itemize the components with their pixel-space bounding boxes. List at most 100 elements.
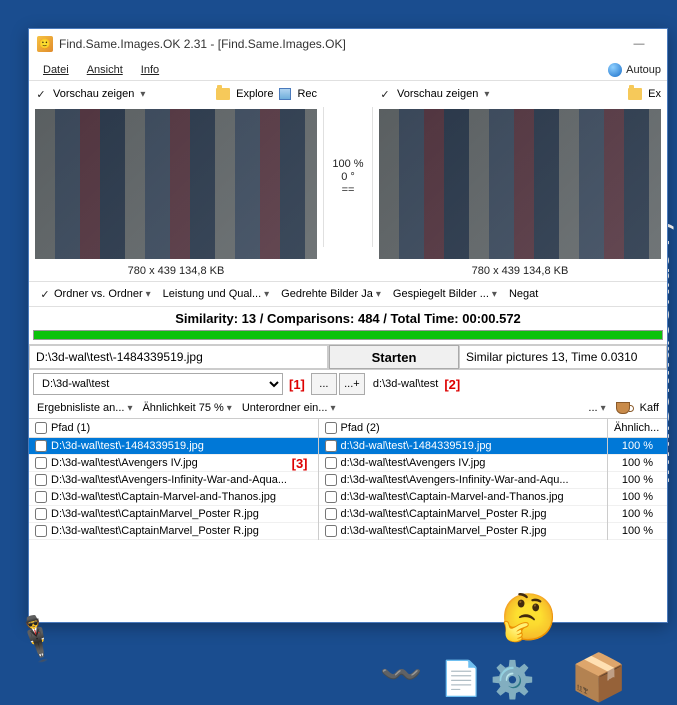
options-row: Ordner vs. Ordner▾ Leistung und Qual...▾… [29,281,667,307]
table-row[interactable]: d:\3d-wal\test\Captain-Marvel-and-Thanos… [319,489,608,506]
table-row[interactable]: 100 % [608,506,667,523]
row-checkbox[interactable] [35,474,47,486]
row-text: 100 % [622,491,653,503]
row-text: d:\3d-wal\test\Captain-Marvel-and-Thanos… [341,491,564,503]
compare-percent: 100 % [332,158,363,170]
row-text: D:\3d-wal\test\CaptainMarvel_Poster R.jp… [51,508,259,520]
row-text: d:\3d-wal\test\Avengers-Infinity-War-and… [341,474,569,486]
filter-subfolder[interactable]: Unterordner ein...▾ [242,402,336,414]
table-row[interactable]: 100 % [608,455,667,472]
browse-button[interactable]: ... [311,373,337,395]
table-row[interactable]: d:\3d-wal\test\CaptainMarvel_Poster R.jp… [319,523,608,540]
col-header-path1[interactable]: Pfad (1) [29,419,318,438]
autoupdate-button[interactable]: Autoup [608,63,661,77]
row-checkbox[interactable] [325,525,337,537]
row-checkbox[interactable] [35,525,47,537]
current-file-input[interactable] [29,345,328,369]
select-all-left[interactable] [35,422,47,434]
table-row[interactable]: d:\3d-wal\test\-1484339519.jpg [319,438,608,455]
chevron-down-icon[interactable]: ▾ [140,89,145,100]
row-text: 100 % [622,457,653,469]
row-text: 100 % [622,440,653,452]
table-row[interactable]: 100 % [608,472,667,489]
row-checkbox[interactable] [325,491,337,503]
row-checkbox[interactable] [35,440,47,452]
right-folder-text: d:\3d-wal\test [367,378,438,390]
filter-results[interactable]: Ergebnisliste an...▾ [37,402,132,414]
row-text: D:\3d-wal\test\-1484339519.jpg [51,440,204,452]
row-checkbox[interactable] [325,457,337,469]
row-checkbox[interactable] [325,508,337,520]
preview-pane-right: Vorschau zeigen ▾ Ex 780 x 439 134,8 KB [373,81,667,281]
explore-button[interactable]: Ex [648,88,661,100]
row-text: d:\3d-wal\test\-1484339519.jpg [341,440,492,452]
coffee-icon [616,402,630,414]
start-button[interactable]: Starten [329,345,459,369]
col-header-sim[interactable]: Ähnlich... [608,419,667,438]
row-text: d:\3d-wal\test\CaptainMarvel_Poster R.jp… [341,508,547,520]
table-row[interactable]: 100 % [608,489,667,506]
autoupdate-label: Autoup [626,64,661,76]
recycle-button[interactable]: Rec [297,88,317,100]
option-negative[interactable]: Negat [505,286,542,302]
row-text: 100 % [622,474,653,486]
preview-pane-left: Vorschau zeigen ▾ Explore Rec 780 x 439 … [29,81,323,281]
row-text: D:\3d-wal\test\Avengers IV.jpg [51,457,198,469]
option-performance[interactable]: Leistung und Qual...▾ [159,286,274,302]
check-icon [379,88,391,100]
preview-row: Vorschau zeigen ▾ Explore Rec 780 x 439 … [29,81,667,281]
filter-similarity[interactable]: Ähnlichkeit 75 %▾ [142,402,231,414]
row-checkbox[interactable] [35,491,47,503]
annotation-2: [2] [440,377,464,392]
table-row[interactable]: D:\3d-wal\test\Avengers IV.jpg[3] [29,455,318,472]
folder-icon [628,88,642,100]
table-row[interactable]: D:\3d-wal\test\-1484339519.jpg [29,438,318,455]
col-header-path2[interactable]: Pfad (2) [319,419,608,438]
results-table: Pfad (1) D:\3d-wal\test\-1484339519.jpg D… [29,418,667,540]
option-mirrored[interactable]: Gespiegelt Bilder ...▾ [389,286,501,302]
table-row[interactable]: D:\3d-wal\test\CaptainMarvel_Poster R.jp… [29,506,318,523]
row-checkbox[interactable] [325,440,337,452]
menu-datei[interactable]: Datei [35,62,77,78]
minimize-button[interactable]: — [619,32,659,56]
show-preview-toggle[interactable]: Vorschau zeigen [397,88,478,100]
table-row[interactable]: 100 % [608,523,667,540]
show-preview-toggle[interactable]: Vorschau zeigen [53,88,134,100]
preview-image-left [35,109,317,259]
titlebar: 🙂 Find.Same.Images.OK 2.31 - [Find.Same.… [29,29,667,59]
table-row[interactable]: D:\3d-wal\test\Avengers-Infinity-War-and… [29,472,318,489]
globe-icon [608,63,622,77]
folder-icon [216,88,230,100]
menu-ansicht[interactable]: Ansicht [79,62,131,78]
table-row[interactable]: d:\3d-wal\test\CaptainMarvel_Poster R.jp… [319,506,608,523]
table-row[interactable]: D:\3d-wal\test\Captain-Marvel-and-Thanos… [29,489,318,506]
status-text-input[interactable] [459,345,667,369]
coffee-button[interactable]: Kaff [640,402,659,414]
row-text: D:\3d-wal\test\CaptainMarvel_Poster R.jp… [51,525,259,537]
select-all-right[interactable] [325,422,337,434]
option-folder-vs-folder[interactable]: Ordner vs. Ordner▾ [35,286,155,302]
table-row[interactable]: 100 % [608,438,667,455]
option-rotated[interactable]: Gedrehte Bilder Ja▾ [277,286,385,302]
folder-row: D:\3d-wal\test [1] ... ...+ d:\3d-wal\te… [29,370,667,398]
filter-more[interactable]: ...▾ [588,402,605,414]
app-window: 🙂 Find.Same.Images.OK 2.31 - [Find.Same.… [28,28,668,623]
menu-info[interactable]: Info [133,62,167,78]
row-checkbox[interactable] [35,457,47,469]
table-row[interactable]: d:\3d-wal\test\Avengers IV.jpg [319,455,608,472]
left-folder-select[interactable]: D:\3d-wal\test [33,373,283,395]
table-row[interactable]: D:\3d-wal\test\CaptainMarvel_Poster R.jp… [29,523,318,540]
table-row[interactable]: d:\3d-wal\test\Avengers-Infinity-War-and… [319,472,608,489]
preview-meta-right: 780 x 439 134,8 KB [373,261,667,281]
chevron-down-icon[interactable]: ▾ [484,89,489,100]
filter-row: Ergebnisliste an...▾ Ähnlichkeit 75 %▾ U… [29,398,667,418]
results-col-left: Pfad (1) D:\3d-wal\test\-1484339519.jpg D… [29,419,318,540]
annotation-1: [1] [285,377,309,392]
row-checkbox[interactable] [325,474,337,486]
row-checkbox[interactable] [35,508,47,520]
compare-badge: 100 % 0 ° == [323,107,373,247]
row-text: d:\3d-wal\test\CaptainMarvel_Poster R.jp… [341,525,547,537]
add-folder-button[interactable]: ...+ [339,373,365,395]
preview-toolbar-right: Vorschau zeigen ▾ Ex [373,81,667,107]
explore-button[interactable]: Explore [236,88,273,100]
